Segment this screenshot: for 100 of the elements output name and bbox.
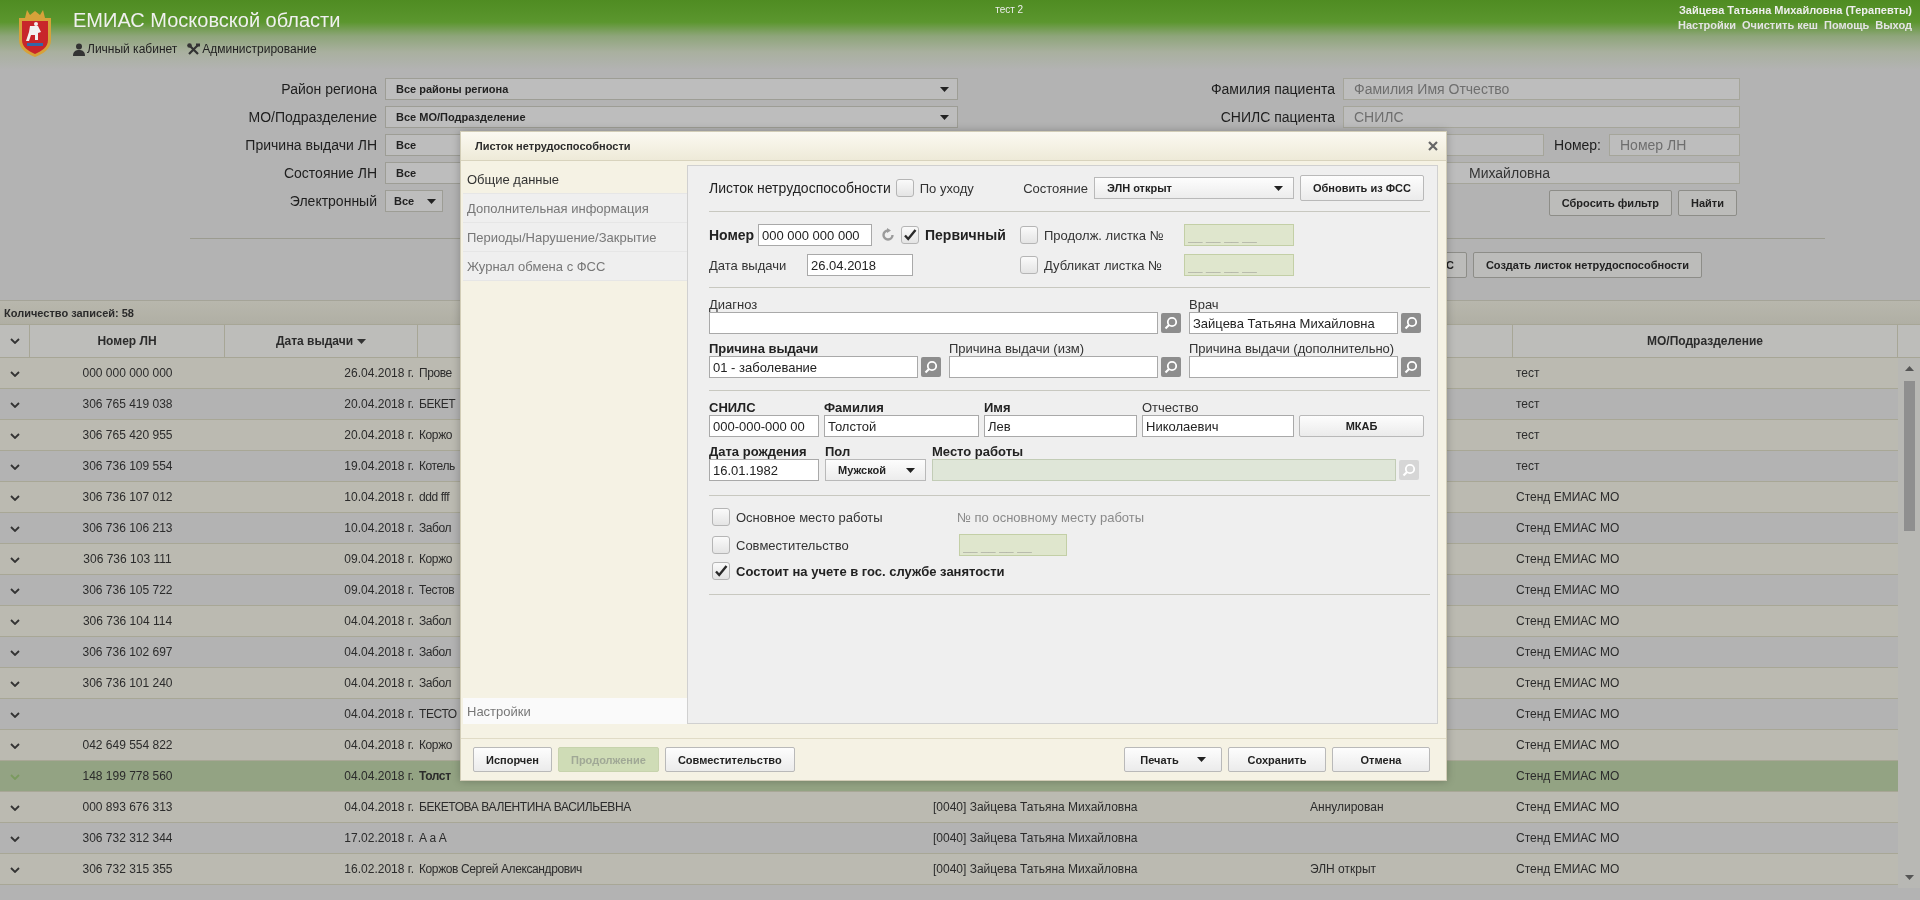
environment-label: тест 2 [995, 4, 1024, 15]
table-cell: Стенд ЕМИАС МО [1516, 521, 1620, 535]
table-cell: [0040] Зайцева Татьяна Михайловна [933, 862, 1138, 876]
field-label: Причина выдачи [709, 341, 819, 356]
table-cell: 09.04.2018 г. [344, 552, 414, 566]
field-label: Фамилия пациента [1210, 80, 1336, 99]
table-cell: 306 765 419 038 [82, 397, 173, 411]
table-cell: А а А [419, 831, 447, 845]
table-cell: 04.04.2018 г. [344, 707, 414, 721]
field-label: Район региона [281, 81, 377, 97]
table-cell: 306 736 106 213 [82, 521, 173, 535]
table-cell: 04.04.2018 г. [344, 676, 414, 690]
table-cell: Забол [419, 676, 452, 690]
table-cell: 306 736 104 114 [82, 614, 173, 628]
table-cell: Коржо [419, 738, 453, 752]
table-cell: Стенд ЕМИАС МО [1516, 831, 1620, 845]
table-cell: 000 893 676 313 [82, 800, 173, 814]
table-cell: 20.04.2018 г. [344, 397, 414, 411]
app-title: ЕМИАС Московской области [73, 9, 341, 32]
checkbox-label: Состоит на учете в гос. службе занятости [736, 563, 1005, 579]
table-cell: Прове [419, 366, 452, 380]
checkbox-label: Первичный [925, 227, 1006, 243]
table-cell: Аннулирован [1310, 800, 1384, 814]
table-cell: Забол [419, 521, 452, 535]
field-label: Состояние ЛН [283, 165, 377, 181]
field-label: Дата рождения [709, 444, 807, 459]
field-label: Диагноз [709, 297, 758, 312]
table-cell: ЭЛН открыт [1310, 862, 1377, 876]
table-cell: Стенд ЕМИАС МО [1516, 552, 1620, 566]
field-label: СНИЛС [709, 400, 756, 415]
table-cell: 306 732 315 355 [82, 862, 173, 876]
table-cell: БЕКЕТОВА ВАЛЕНТИНА ВАСИЛЬЕВНА [419, 800, 631, 814]
table-cell: Коржо [419, 552, 453, 566]
table-cell: 306 736 102 697 [82, 645, 173, 659]
table-cell: 306 736 101 240 [82, 676, 173, 690]
field-label: Имя [984, 400, 1011, 415]
table-cell: Толст [419, 769, 451, 783]
table-cell: 19.04.2018 г. [344, 459, 414, 473]
table-cell: 26.04.2018 г. [344, 366, 414, 380]
table-cell: тест [1516, 397, 1540, 411]
table-cell: Стенд ЕМИАС МО [1516, 583, 1620, 597]
table-cell: тест [1516, 428, 1540, 442]
table-cell: 10.04.2018 г. [344, 490, 414, 504]
field-label: Электронный [289, 193, 377, 209]
table-cell: 042 649 554 822 [82, 738, 173, 752]
field-label: Номер: [1553, 136, 1602, 155]
table-cell: Стенд ЕМИАС МО [1516, 645, 1620, 659]
field-label: Причина выдачи (дополнительно) [1189, 341, 1395, 356]
table-cell: тест [1516, 459, 1540, 473]
table-cell: Стенд ЕМИАС МО [1516, 614, 1620, 628]
table-cell: БЕКЕТ [419, 397, 456, 411]
checkbox-label: Совместительство [736, 537, 849, 553]
table-cell: Коржов Сергей Александрович [419, 862, 582, 876]
table-cell: 09.04.2018 г. [344, 583, 414, 597]
table-cell: Тестов [419, 583, 455, 597]
table-cell: 10.04.2018 г. [344, 521, 414, 535]
table-cell: 306 736 107 012 [82, 490, 173, 504]
table-cell: 306 765 420 955 [82, 428, 173, 442]
field-label: № по основному месту работы [957, 509, 1145, 525]
field-label: МО/Подразделение [248, 109, 377, 125]
checkbox-label: Основное место работы [736, 509, 883, 525]
table-cell: Стенд ЕМИАС МО [1516, 738, 1620, 752]
table-cell: 000 000 000 000 [82, 366, 173, 380]
table-cell: 04.04.2018 г. [344, 738, 414, 752]
table-cell: 306 736 103 111 [83, 552, 172, 566]
table-cell: 148 199 778 560 [82, 769, 173, 783]
table-cell: [0040] Зайцева Татьяна Михайловна [933, 831, 1138, 845]
table-cell: 306 732 312 344 [82, 831, 173, 845]
table-cell: ddd fff [419, 490, 450, 504]
table-cell: Стенд ЕМИАС МО [1516, 769, 1620, 783]
field-label: Врач [1189, 297, 1219, 312]
field-label: Отчество [1142, 400, 1199, 415]
field-label: Фамилия [824, 400, 884, 415]
field-label: Дата выдачи [709, 257, 788, 273]
table-cell: 20.04.2018 г. [344, 428, 414, 442]
table-cell: Стенд ЕМИАС МО [1516, 862, 1620, 876]
table-cell: Стенд ЕМИАС МО [1516, 800, 1620, 814]
table-cell: 306 736 109 554 [82, 459, 173, 473]
checkbox-label: Дубликат листка № [1044, 257, 1163, 273]
field-label: Причина выдачи ЛН [245, 137, 377, 153]
record-count: Количество записей: 58 [4, 306, 134, 319]
table-cell: Стенд ЕМИАС МО [1516, 676, 1620, 690]
table-cell: 04.04.2018 г. [344, 614, 414, 628]
table-cell: Стенд ЕМИАС МО [1516, 490, 1620, 504]
user-name: Зайцева Татьяна Михайловна (Терапевты) [1678, 4, 1912, 16]
table-cell: [0040] Зайцева Татьяна Михайловна [933, 800, 1138, 814]
table-cell: 17.02.2018 г. [344, 831, 414, 845]
field-label: Номер [709, 227, 756, 243]
checkbox-label: Продолж. листка № [1044, 227, 1165, 243]
table-cell: 04.04.2018 г. [344, 800, 414, 814]
table-cell: Забол [419, 614, 452, 628]
form-heading: Листок нетрудоспособности [709, 180, 891, 196]
table-cell: тест [1516, 366, 1540, 380]
field-label: СНИЛС пациента [1220, 108, 1336, 127]
table-cell: 306 736 105 722 [82, 583, 173, 597]
table-cell: ТЕСТО [419, 707, 457, 721]
table-cell: Коржо [419, 428, 453, 442]
table-cell: 16.02.2018 г. [344, 862, 414, 876]
field-label: Состояние [1023, 180, 1088, 196]
field-label: Причина выдачи (изм) [949, 341, 1085, 356]
